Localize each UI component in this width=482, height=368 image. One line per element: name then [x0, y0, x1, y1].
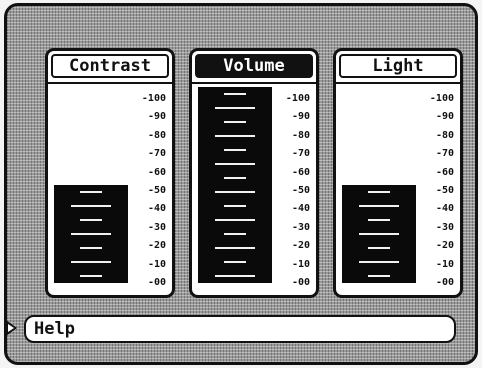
help-arrow-icon: [6, 320, 17, 336]
contrast-tick-00: -00: [147, 277, 166, 288]
volume-scale: -100 -90 -80 -70 -60 -50 -40 -30 -20 -10 -00: [192, 51, 316, 295]
light-level-line: [368, 219, 390, 221]
volume-level-line: [215, 107, 255, 109]
volume-tick-100: -100: [285, 93, 310, 104]
volume-tick-20: -20: [291, 240, 310, 252]
light-panel[interactable]: Light -100 -90 -80 -70 -60 -50 -40 -30 -20 -10 -00: [333, 48, 463, 298]
light-tick-40: -40: [435, 203, 454, 215]
volume-level-line: [215, 247, 255, 249]
light-tick-00: -00: [435, 277, 454, 288]
contrast-level-line: [80, 219, 102, 221]
volume-tick-70: -70: [291, 148, 310, 160]
volume-level-line: [215, 135, 255, 137]
volume-tick-60: -60: [291, 166, 310, 178]
light-tick-70: -70: [435, 148, 454, 160]
contrast-level-line: [71, 205, 111, 207]
light-level-line: [359, 233, 399, 235]
contrast-panel[interactable]: Contrast -100 -90 -80 -70 -60 -50 -40 -30 -20 -10…: [45, 48, 175, 298]
light-tick-80: -80: [435, 129, 454, 141]
light-level-line: [368, 191, 390, 193]
light-scale: -100 -90 -80 -70 -60 -50 -40 -30 -20 -10 -00: [336, 51, 460, 295]
volume-level-line: [215, 163, 255, 165]
help-label: Help: [34, 319, 75, 339]
volume-level-line: [215, 275, 255, 277]
volume-level-bar: [198, 87, 272, 283]
light-tick-20: -20: [435, 240, 454, 252]
light-level-bar: [342, 185, 416, 283]
volume-level-line: [224, 177, 246, 179]
light-tick-90: -90: [435, 111, 454, 123]
contrast-level-line: [80, 247, 102, 249]
light-tick-50: -50: [435, 185, 454, 196]
contrast-tick-40: -40: [147, 203, 166, 215]
contrast-tick-20: -20: [147, 240, 166, 252]
contrast-tick-80: -80: [147, 129, 166, 141]
contrast-tick-70: -70: [147, 148, 166, 160]
light-level-line: [368, 275, 390, 277]
volume-tick-80: -80: [291, 129, 310, 141]
settings-screen: Contrast -100 -90 -80 -70 -60 -50 -40 -30 -20 -10…: [4, 3, 478, 365]
volume-tick-50: -50: [291, 185, 310, 196]
light-tick-10: -10: [435, 258, 454, 270]
contrast-tick-60: -60: [147, 166, 166, 178]
contrast-tick-10: -10: [147, 258, 166, 270]
contrast-level-bar: [54, 185, 128, 283]
contrast-scale: -100 -90 -80 -70 -60 -50 -40 -30 -20 -10 -00: [48, 51, 172, 295]
volume-tick-10: -10: [291, 258, 310, 270]
volume-tick-90: -90: [291, 111, 310, 123]
light-tick-30: -30: [435, 221, 454, 233]
volume-tick-00: -00: [291, 277, 310, 288]
volume-level-line: [224, 121, 246, 123]
light-level-line: [368, 247, 390, 249]
contrast-tick-100: -100: [141, 93, 166, 104]
contrast-tick-90: -90: [147, 111, 166, 123]
volume-level-line: [224, 233, 246, 235]
contrast-level-line: [71, 261, 111, 263]
contrast-level-line: [71, 233, 111, 235]
volume-tick-40: -40: [291, 203, 310, 215]
volume-level-line: [224, 149, 246, 151]
volume-level-line: [215, 191, 255, 193]
volume-level-line: [224, 205, 246, 207]
light-tick-100: -100: [429, 93, 454, 104]
volume-panel[interactable]: Volume -100 -90 -80 -70 -60 -50 -40 -30 -20 -10 -0…: [189, 48, 319, 298]
contrast-level-line: [80, 275, 102, 277]
light-tick-60: -60: [435, 166, 454, 178]
contrast-level-line: [80, 191, 102, 193]
light-level-line: [359, 205, 399, 207]
light-level-line: [359, 261, 399, 263]
volume-level-line: [224, 261, 246, 263]
contrast-tick-30: -30: [147, 221, 166, 233]
volume-tick-30: -30: [291, 221, 310, 233]
volume-level-line: [224, 93, 246, 95]
volume-level-line: [215, 219, 255, 221]
help-bar[interactable]: Help: [24, 315, 456, 343]
contrast-tick-50: -50: [147, 185, 166, 196]
